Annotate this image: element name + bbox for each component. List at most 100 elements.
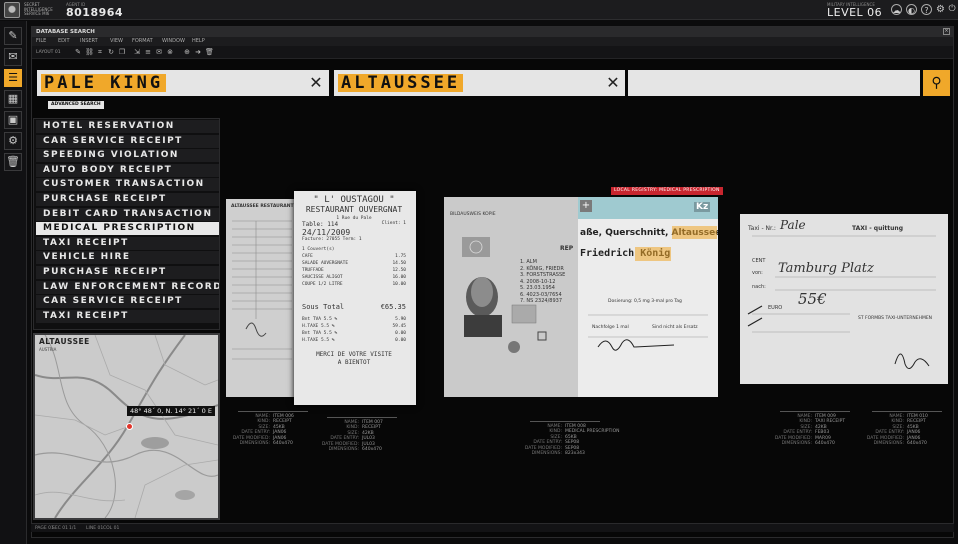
- receipt-tax-value: 59.45: [392, 324, 406, 329]
- edit-icon[interactable]: ✎: [4, 27, 22, 45]
- metadata-key: DIMENSIONS:: [239, 441, 270, 447]
- metadata-key: DIMENSIONS:: [873, 441, 904, 447]
- rotate-icon[interactable]: ↻: [107, 48, 115, 56]
- receipt-thanks-1: MERCI DE VOTRE VISITE: [316, 351, 392, 358]
- doc-type-item[interactable]: CAR SERVICE RECEIPT: [36, 295, 219, 309]
- map-title: ALTAUSSEE: [39, 337, 90, 346]
- document-type-list: HOTEL RESERVATION CAR SERVICE RECEIPT SPEE…: [33, 118, 220, 330]
- clearance-level: LEVEL 06: [827, 6, 883, 19]
- doc-type-item[interactable]: CAR SERVICE RECEIPT: [36, 134, 219, 148]
- window-close-button[interactable]: ×: [943, 28, 950, 35]
- status-item: SEC 01: [52, 526, 68, 531]
- menu-view[interactable]: VIEW: [110, 38, 123, 44]
- receipt-subtotal: €65.35: [380, 303, 406, 311]
- search-field-2-value[interactable]: ALTAUSSEE: [338, 74, 464, 92]
- mail-icon[interactable]: ✉: [155, 48, 163, 56]
- metadata-value: JUL03: [362, 436, 375, 442]
- doc-type-item[interactable]: AUTO BODY RECEIPT: [36, 163, 219, 177]
- search-field-1-value[interactable]: PALE KING: [41, 74, 167, 92]
- id-card-field: 4. 2008-10-12: [520, 278, 556, 285]
- menu-format[interactable]: FORMAT: [132, 38, 153, 44]
- metadata-row: DIMENSIONS: 823x343: [520, 451, 620, 456]
- settings-icon[interactable]: ⚙: [935, 4, 946, 15]
- metadata-divider: [530, 421, 600, 422]
- top-bar: SECRET INTELLIGENCE SERVICE MI6 AGENT ID…: [0, 0, 958, 20]
- search-button[interactable]: ⚲: [923, 70, 950, 96]
- evidence-restaurant-receipt[interactable]: " L' OUSTAGOU " RESTAURANT OUVERGNAT 1 R…: [294, 191, 416, 405]
- doc-type-item[interactable]: TAXI RECEIPT: [36, 236, 219, 250]
- grid-icon[interactable]: ▣: [4, 111, 22, 129]
- prescription-signature: [588, 314, 708, 351]
- doc-type-item[interactable]: DEBIT CARD TRANSACTION: [36, 207, 219, 221]
- doc-type-item[interactable]: PURCHASE RECEIPT: [36, 266, 219, 279]
- receipt-client: Client: 1: [381, 221, 406, 226]
- metadata-value: RECEIPT: [362, 425, 381, 431]
- metadata-value: TAXI RECEIPT: [815, 419, 846, 425]
- metadata-key: DIMENSIONS:: [531, 451, 562, 457]
- metadata-value: 640x470: [362, 447, 382, 453]
- metadata-divider: [780, 411, 850, 412]
- receipt-item-price: 10.00: [392, 282, 406, 287]
- clear-icon[interactable]: ✕: [307, 74, 325, 92]
- doc-type-item[interactable]: TAXI RECEIPT: [36, 309, 219, 323]
- export-icon[interactable]: ⇲: [133, 48, 141, 56]
- receipt-header-1: " L' OUSTAGOU ": [313, 195, 395, 205]
- menu-edit[interactable]: EDIT: [58, 38, 70, 44]
- metadata-value: 640x470: [907, 441, 927, 447]
- metadata-value: MEDICAL PRESCRIPTION: [565, 429, 620, 435]
- metadata-value: FEB03: [815, 430, 830, 436]
- doc-type-item[interactable]: LAW ENFORCEMENT RECORDS: [36, 280, 219, 294]
- location-pin-icon[interactable]: [126, 423, 133, 430]
- doc-type-item[interactable]: HOTEL RESERVATION: [36, 120, 219, 133]
- list-icon[interactable]: ☰: [4, 69, 22, 87]
- link-icon[interactable]: ⛓: [85, 48, 94, 56]
- settings-icon[interactable]: ⚙: [4, 132, 22, 150]
- agent-id: 8018964: [66, 6, 124, 19]
- cloud-icon[interactable]: ☁: [891, 4, 902, 15]
- clear-icon[interactable]: ✕: [604, 74, 622, 92]
- mask-icon[interactable]: ◐: [906, 4, 917, 15]
- doc-type-item[interactable]: SPEEDING VIOLATION: [36, 149, 219, 163]
- receipt-header-2: RESTAURANT OUVERGNAT: [305, 205, 403, 214]
- pen-icon[interactable]: ✎: [74, 48, 82, 56]
- doc-type-item[interactable]: VEHICLE HIRE: [36, 251, 219, 265]
- power-icon[interactable]: ⏻: [947, 4, 957, 15]
- menu-file[interactable]: FILE: [36, 38, 46, 44]
- copy-icon[interactable]: ❐: [118, 48, 126, 56]
- search-field-3[interactable]: [628, 70, 920, 96]
- menu-help[interactable]: HELP: [192, 38, 205, 44]
- receipt-tax-value: 5.90: [395, 317, 406, 322]
- crop-icon[interactable]: ⌗: [96, 48, 104, 56]
- doc-type-item[interactable]: PURCHASE RECEIPT: [36, 193, 219, 206]
- evidence-medical-prescription[interactable]: BILDAUSWEIS KOPIE REP 1. ALM 2. KÖNIG, FR…: [444, 197, 718, 397]
- menu-bar: FILE EDIT INSERT VIEW FORMAT WINDOW HELP: [32, 37, 953, 46]
- metadata-value: JAN06: [907, 430, 921, 436]
- trash-icon[interactable]: 🗑: [205, 48, 214, 56]
- id-card-copy: BILDAUSWEIS KOPIE REP 1. ALM 2. KÖNIG, FR…: [444, 197, 578, 397]
- search-field-2[interactable]: ALTAUSSEE ✕: [334, 70, 625, 96]
- delete-icon[interactable]: ⊗: [166, 48, 174, 56]
- agency-name: SECRET INTELLIGENCE SERVICE MI6: [24, 2, 53, 16]
- add-icon[interactable]: ⊕: [183, 48, 191, 56]
- search-icon: ⚲: [931, 75, 942, 91]
- metadata-value: 640x470: [815, 441, 835, 447]
- location-map[interactable]: ALTAUSSEE AUSTRIA 48° 48´ 0, N. 14° 21´ …: [33, 333, 220, 520]
- trash-icon[interactable]: 🗑: [4, 153, 22, 171]
- receipt-item-price: 12.50: [392, 268, 406, 273]
- metadata-value: SEP08: [565, 440, 580, 446]
- evidence-taxi-receipt[interactable]: Taxi - Nr.: Pale TAXI - quittung CENT vo…: [740, 214, 948, 384]
- help-icon[interactable]: ?: [921, 4, 932, 15]
- metadata-value: JAN06: [907, 435, 921, 441]
- menu-window[interactable]: WINDOW: [162, 38, 185, 44]
- layers-icon[interactable]: ≡: [144, 48, 152, 56]
- doc-type-item[interactable]: MEDICAL PRESCRIPTION: [36, 222, 219, 236]
- doc-type-item[interactable]: CUSTOMER TRANSACTION: [36, 178, 219, 192]
- layout-selector[interactable]: LAYOUT 01: [36, 50, 61, 55]
- menu-insert[interactable]: INSERT: [80, 38, 98, 44]
- search-field-1[interactable]: PALE KING ✕: [37, 70, 329, 96]
- evidence-receipt-altaussee[interactable]: ALTAUSSEE RESTAURANT: [226, 199, 298, 397]
- calendar-icon[interactable]: ▦: [4, 90, 22, 108]
- next-icon[interactable]: ➜: [194, 48, 202, 56]
- advanced-search-button[interactable]: ADVANCED SEARCH: [48, 101, 104, 109]
- mail-icon[interactable]: ✉: [4, 48, 22, 66]
